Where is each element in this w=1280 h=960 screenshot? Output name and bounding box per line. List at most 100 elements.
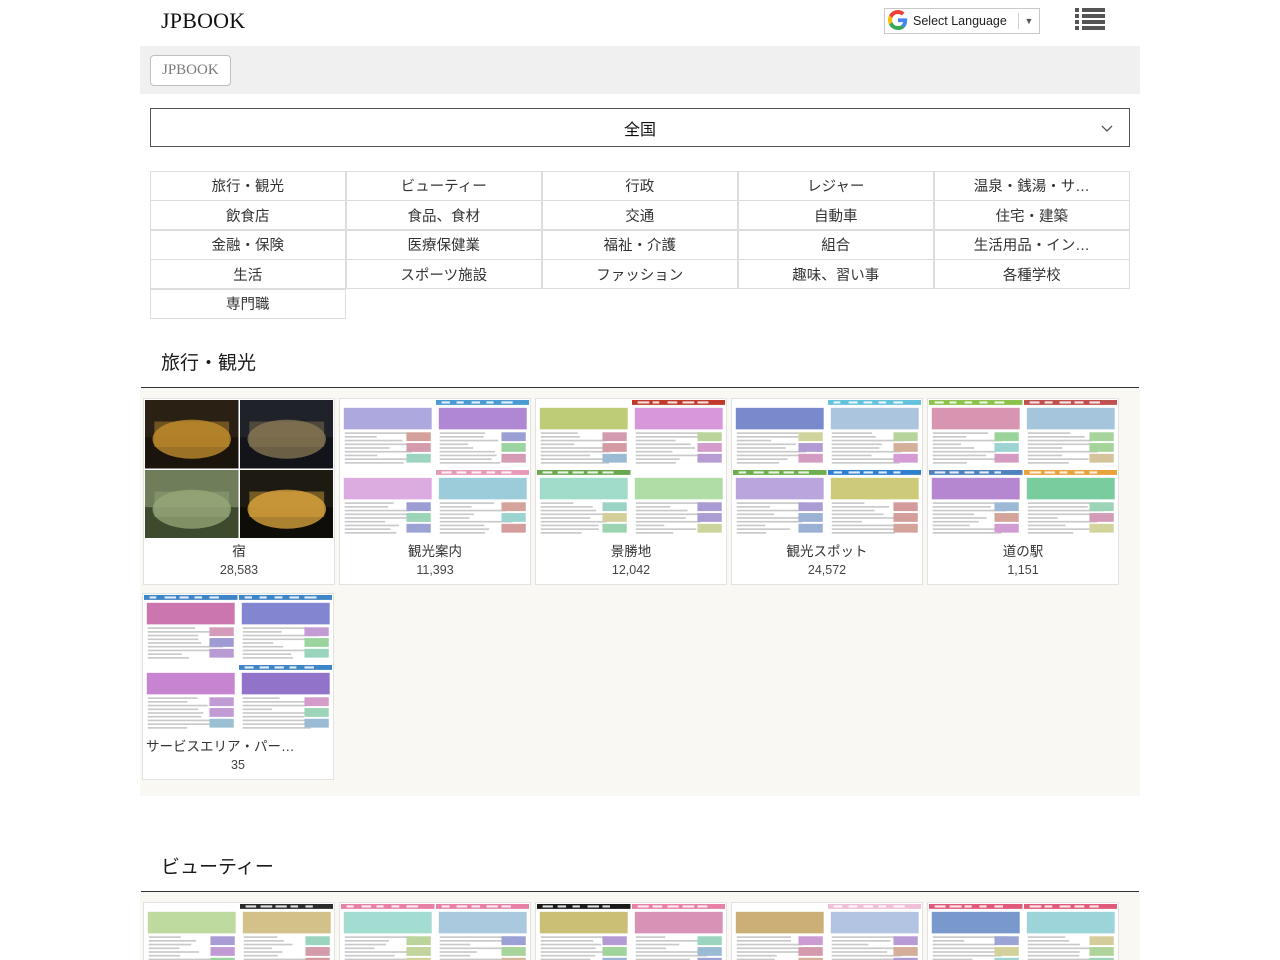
- thumbnail-tile: [537, 400, 631, 469]
- category-grid: 旅行・観光ビューティー行政レジャー温泉・銭湯・サ… 飲食店食品、食材交通自動車住宅…: [150, 171, 1130, 319]
- category-cell[interactable]: 住宅・建築: [934, 200, 1131, 230]
- category-cell[interactable]: 福祉・介護: [542, 230, 739, 260]
- card-thumbnail: [340, 903, 530, 960]
- hamburger-row: [1075, 14, 1105, 18]
- card-thumbnail: [732, 399, 922, 539]
- thumbnail-tile: [537, 470, 631, 539]
- bullet-dot: [1075, 14, 1079, 18]
- category-cell[interactable]: 食品、食材: [346, 200, 543, 230]
- chevron-down-icon[interactable]: ▼: [1019, 16, 1039, 26]
- card-thumbnail: [144, 399, 334, 539]
- section-title: ビューティー: [140, 852, 1140, 891]
- thumbnail-tile: [929, 400, 1023, 469]
- category-cell[interactable]: 各種学校: [934, 259, 1131, 289]
- thumbnail-tile: [632, 400, 726, 469]
- category-section: ビューティー: [140, 852, 1140, 960]
- category-cell[interactable]: ビューティー: [346, 171, 543, 201]
- category-cell[interactable]: 医療保健業: [346, 230, 543, 260]
- thumbnail-tile: [537, 904, 631, 960]
- bar-line: [1082, 8, 1105, 12]
- thumbnail-tile: [239, 665, 333, 734]
- category-card[interactable]: [339, 902, 531, 960]
- category-cell[interactable]: 交通: [542, 200, 739, 230]
- category-card[interactable]: 観光スポット24,572: [731, 398, 923, 585]
- region-select[interactable]: 全国: [150, 108, 1130, 147]
- category-cell[interactable]: 趣味、習い事: [738, 259, 935, 289]
- card-thumbnail: [340, 399, 530, 539]
- category-card[interactable]: 道の駅1,151: [927, 398, 1119, 585]
- thumbnail-tile: [929, 904, 1023, 960]
- thumbnail-tile: [341, 470, 435, 539]
- chevron-down-icon: [1099, 120, 1115, 136]
- category-cell[interactable]: 自動車: [738, 200, 935, 230]
- card-grid: 宿28,583観光案内11,393景勝地12,042観光スポット24,572道の…: [140, 388, 1140, 796]
- category-card[interactable]: サービスエリア・パー…35: [142, 593, 334, 780]
- site-header: JPBOOK Select Language ▼: [0, 0, 1280, 44]
- card-grid: [140, 892, 1140, 960]
- card-thumbnail: [536, 399, 726, 539]
- thumbnail-tile: [1024, 904, 1118, 960]
- bar-line: [1082, 26, 1105, 30]
- card-label: 宿: [144, 539, 334, 561]
- google-translate-widget[interactable]: Select Language ▼: [884, 8, 1040, 34]
- thumbnail-tile: [929, 470, 1023, 539]
- page-root: JPBOOK Select Language ▼ JPBOOK: [0, 0, 1280, 960]
- category-card[interactable]: [535, 902, 727, 960]
- category-card[interactable]: [143, 902, 335, 960]
- site-brand-title[interactable]: JPBOOK: [161, 7, 245, 35]
- thumbnail-tile: [733, 470, 827, 539]
- bar-line: [1082, 20, 1105, 24]
- thumbnail-tile: [436, 470, 530, 539]
- hamburger-list-icon[interactable]: [1075, 6, 1105, 32]
- thumbnail-tile: [145, 400, 239, 469]
- card-count: 12,042: [536, 561, 726, 584]
- category-cell[interactable]: 生活: [150, 259, 347, 289]
- card-thumbnail: [928, 903, 1118, 960]
- category-cell[interactable]: スポーツ施設: [346, 259, 543, 289]
- category-cell[interactable]: 生活用品・イン…: [934, 230, 1131, 260]
- thumbnail-tile: [828, 470, 922, 539]
- breadcrumb-item-jpbook[interactable]: JPBOOK: [150, 55, 231, 86]
- category-cell[interactable]: 温泉・銭湯・サ…: [934, 171, 1131, 201]
- category-card[interactable]: [731, 902, 923, 960]
- thumbnail-tile: [341, 400, 435, 469]
- category-card[interactable]: 景勝地12,042: [535, 398, 727, 585]
- card-thumbnail: [144, 903, 334, 960]
- category-cell[interactable]: ファッション: [542, 259, 739, 289]
- category-cell[interactable]: 飲食店: [150, 200, 347, 230]
- hamburger-row: [1075, 20, 1105, 24]
- category-card[interactable]: 観光案内11,393: [339, 398, 531, 585]
- category-cell-empty: [346, 289, 543, 319]
- category-cell[interactable]: 組合: [738, 230, 935, 260]
- breadcrumb: JPBOOK: [140, 46, 1140, 94]
- translate-label: Select Language: [910, 14, 1018, 28]
- card-count: 35: [143, 756, 333, 779]
- category-cell-empty: [934, 289, 1131, 319]
- card-label: 景勝地: [536, 539, 726, 561]
- category-cell[interactable]: 行政: [542, 171, 739, 201]
- thumbnail-tile: [240, 904, 334, 960]
- category-section: 旅行・観光 宿28,583観光案内11,393景勝地12,042観光スポット24…: [140, 348, 1140, 796]
- thumbnail-tile: [144, 665, 238, 734]
- card-count: 24,572: [732, 561, 922, 584]
- bullet-dot: [1075, 8, 1079, 12]
- card-label: 観光スポット: [732, 539, 922, 561]
- category-card[interactable]: 宿28,583: [143, 398, 335, 585]
- category-cell-empty: [542, 289, 739, 319]
- thumbnail-tile: [1024, 400, 1118, 469]
- thumbnail-tile: [145, 904, 239, 960]
- category-cell[interactable]: レジャー: [738, 171, 935, 201]
- card-count: 28,583: [144, 561, 334, 584]
- card-count: 11,393: [340, 561, 530, 584]
- category-card[interactable]: [927, 902, 1119, 960]
- category-cell[interactable]: 専門職: [150, 289, 347, 319]
- thumbnail-tile: [145, 470, 239, 539]
- bullet-dot: [1075, 26, 1079, 30]
- thumbnail-tile: [632, 470, 726, 539]
- card-label: サービスエリア・パー…: [143, 734, 333, 756]
- thumbnail-tile: [341, 904, 435, 960]
- category-cell[interactable]: 金融・保険: [150, 230, 347, 260]
- card-thumbnail: [536, 903, 726, 960]
- category-cell[interactable]: 旅行・観光: [150, 171, 347, 201]
- thumbnail-tile: [436, 904, 530, 960]
